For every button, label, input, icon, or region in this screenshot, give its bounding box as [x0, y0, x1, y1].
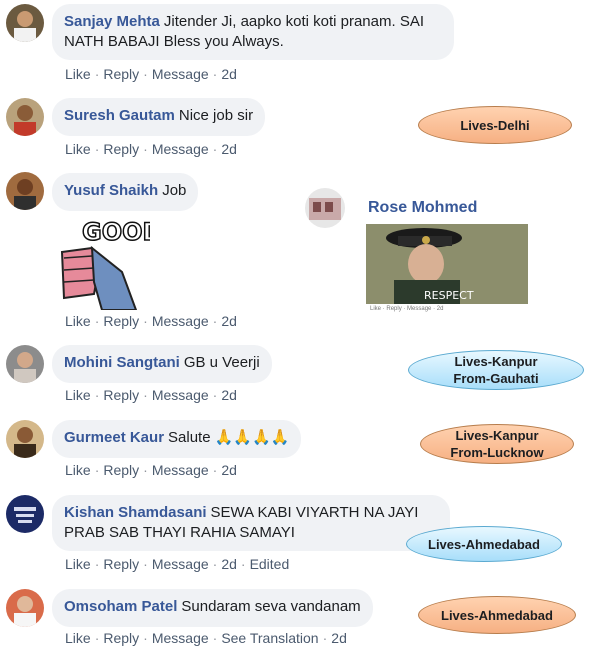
avatar[interactable]	[6, 495, 44, 533]
comment-text: GB u Veerji	[183, 354, 260, 371]
comment-actions: Like · Reply · Message · 2d	[65, 462, 237, 478]
reply-link[interactable]: Reply	[103, 141, 139, 157]
timestamp[interactable]: 2d	[221, 462, 237, 478]
timestamp[interactable]: 2d	[221, 141, 237, 157]
commenter-name[interactable]: Omsoham Patel	[64, 598, 177, 615]
comment-bubble: Mohini Sangtani GB u Veerji	[52, 345, 272, 383]
like-link[interactable]: Like	[65, 462, 91, 478]
commenter-name[interactable]: Kishan Shamdasani	[64, 504, 207, 521]
timestamp[interactable]: 2d	[221, 387, 237, 403]
annotation-label: Lives-Ahmedabad	[418, 596, 576, 634]
edited-label[interactable]: Edited	[250, 556, 290, 572]
comment-bubble: Gurmeet Kaur Salute 🙏🙏🙏🙏	[52, 420, 302, 458]
message-link[interactable]: Message	[152, 556, 209, 572]
comment-text: Job	[162, 182, 187, 199]
message-link[interactable]: Message	[152, 141, 209, 157]
avatar[interactable]	[6, 345, 44, 383]
comment-text: Nice job sir	[178, 107, 254, 124]
like-link[interactable]: Like	[65, 313, 91, 329]
timestamp[interactable]: 2d	[221, 66, 237, 82]
comment-bubble: Kishan Shamdasani SEWA KABI VIYARTH NA JA…	[52, 495, 450, 551]
timestamp[interactable]: 2d	[331, 630, 347, 646]
reply-link[interactable]: Reply	[103, 313, 139, 329]
commenter-name[interactable]: Mohini Sangtani	[64, 354, 180, 371]
annotation-label: Lives-Kanpur From-Gauhati	[408, 350, 584, 390]
comment-bubble: Suresh Gautam Nice job sir	[52, 98, 266, 136]
avatar[interactable]	[305, 188, 345, 228]
avatar[interactable]	[6, 420, 44, 458]
comment-actions: Like · Reply · Message · 2d · Edited	[65, 556, 290, 572]
timestamp[interactable]: 2d	[221, 313, 237, 329]
commenter-name[interactable]: Gurmeet Kaur	[64, 429, 164, 446]
respect-gif[interactable]: RESPECT	[366, 224, 528, 304]
avatar[interactable]	[6, 589, 44, 627]
commenter-name[interactable]: Suresh Gautam	[64, 107, 175, 124]
sticker-text: GOOD	[82, 218, 150, 246]
message-link[interactable]: Message	[152, 313, 209, 329]
reply-link[interactable]: Reply	[103, 556, 139, 572]
reply-link[interactable]: Reply	[103, 630, 139, 646]
message-link[interactable]: Message	[152, 630, 209, 646]
commenter-name[interactable]: Yusuf Shaikh	[64, 182, 158, 199]
avatar[interactable]	[6, 98, 44, 136]
avatar[interactable]	[6, 172, 44, 210]
comment-actions: Like · Reply · Message · 2d	[65, 141, 237, 157]
annotation-label: Lives-Delhi	[418, 106, 572, 144]
like-link[interactable]: Like	[65, 141, 91, 157]
commenter-name[interactable]: Sanjay Mehta	[64, 13, 160, 30]
like-link[interactable]: Like	[65, 387, 91, 403]
comment-actions: Like · Reply · Message · 2d	[65, 66, 237, 82]
message-link[interactable]: Message	[152, 66, 209, 82]
like-link[interactable]: Like	[65, 630, 91, 646]
like-link[interactable]: Like	[65, 66, 91, 82]
reply-link[interactable]: Reply	[103, 387, 139, 403]
avatar[interactable]	[6, 4, 44, 42]
like-link[interactable]: Like	[65, 556, 91, 572]
inset-commenter-name[interactable]: Rose Mohmed	[368, 199, 477, 217]
comment-text: Salute 🙏🙏🙏🙏	[168, 429, 290, 446]
inset-actions: Like · Reply · Message · 2d	[370, 306, 444, 312]
comment-bubble: Sanjay Mehta Jitender Ji, aapko koti koti…	[52, 4, 454, 60]
reply-link[interactable]: Reply	[103, 66, 139, 82]
annotation-label: Lives-Ahmedabad	[406, 526, 562, 562]
comment-actions: Like · Reply · Message · 2d	[65, 313, 237, 329]
good-sticker[interactable]: GOOD	[52, 212, 163, 311]
comment-bubble: Yusuf Shaikh Job	[52, 173, 199, 211]
message-link[interactable]: Message	[152, 462, 209, 478]
reply-link[interactable]: Reply	[103, 462, 139, 478]
comment-actions: Like · Reply · Message · 2d	[65, 387, 237, 403]
see-translation-link[interactable]: See Translation	[221, 630, 318, 646]
annotation-label: Lives-Kanpur From-Lucknow	[420, 424, 574, 464]
gif-caption: RESPECT	[424, 289, 474, 302]
comment-actions: Like · Reply · Message · See Translation · 2d	[65, 630, 347, 646]
timestamp[interactable]: 2d	[221, 556, 237, 572]
comment-text: Sundaram seva vandanam	[181, 598, 361, 615]
comment-bubble: Omsoham Patel Sundaram seva vandanam	[52, 589, 373, 627]
message-link[interactable]: Message	[152, 387, 209, 403]
